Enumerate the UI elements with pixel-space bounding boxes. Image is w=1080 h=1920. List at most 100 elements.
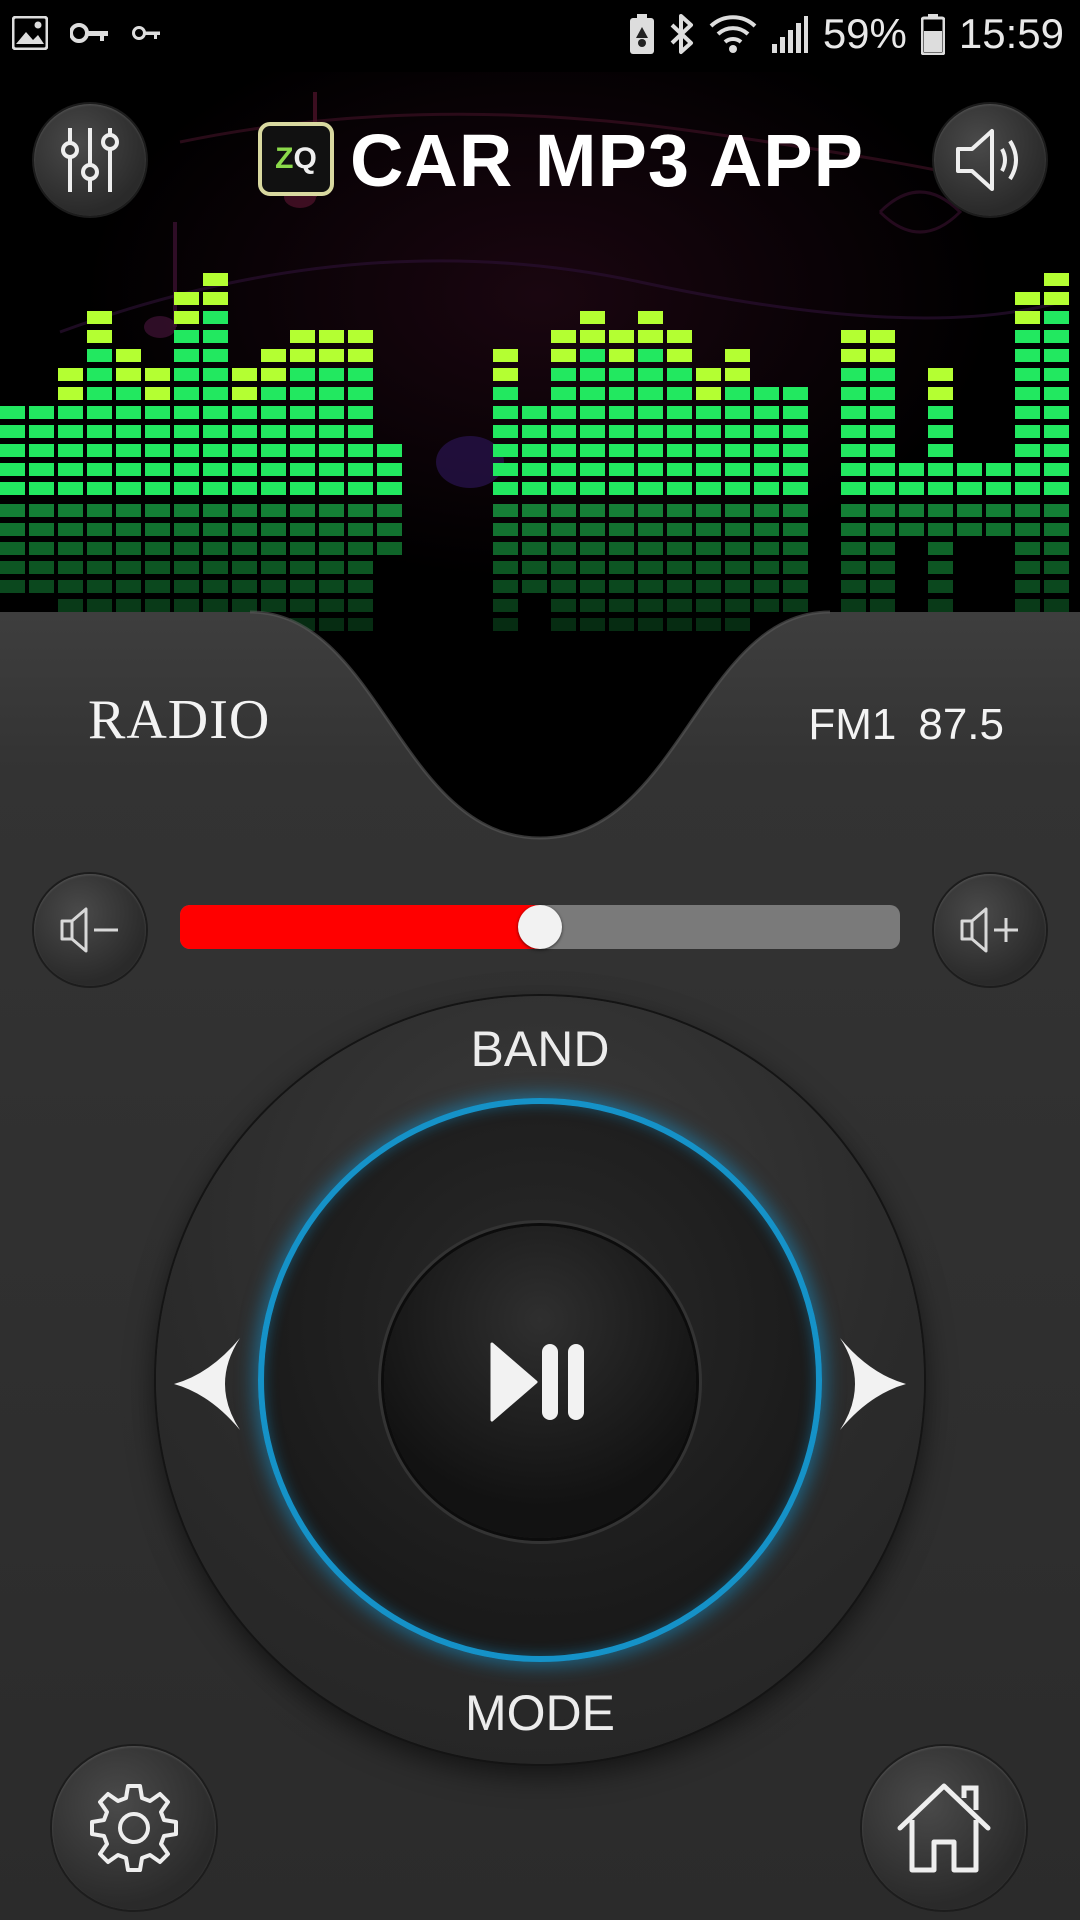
spectrum-segment	[841, 349, 866, 362]
spectrum-reflection	[203, 542, 228, 555]
spectrum-reflection	[928, 618, 953, 631]
spectrum-segment	[58, 482, 83, 495]
spectrum-reflection	[261, 504, 286, 517]
spectrum-reflection	[609, 561, 634, 574]
spectrum-segment	[261, 406, 286, 419]
spectrum-reflection	[145, 523, 170, 536]
spectrum-reflection	[116, 561, 141, 574]
spectrum-reflection	[870, 523, 895, 536]
spectrum-segment	[87, 444, 112, 457]
spectrum-reflection	[667, 523, 692, 536]
spectrum-reflection	[609, 504, 634, 517]
spectrum-reflection	[638, 542, 663, 555]
spectrum-reflection	[232, 561, 257, 574]
key-small-icon	[132, 26, 160, 40]
spectrum-segment	[290, 368, 315, 381]
next-arrow-icon	[840, 1338, 906, 1430]
wifi-icon	[709, 15, 757, 53]
spectrum-reflection	[928, 561, 953, 574]
spectrum-reflection	[493, 618, 518, 631]
spectrum-segment	[551, 482, 576, 495]
spectrum-segment	[638, 368, 663, 381]
spectrum-reflection	[841, 618, 866, 631]
volume-slider-handle[interactable]	[518, 905, 562, 949]
previous-button[interactable]	[170, 1334, 246, 1434]
spectrum-segment	[1044, 292, 1069, 305]
spectrum-segment	[290, 349, 315, 362]
spectrum-segment	[638, 387, 663, 400]
spectrum-segment	[638, 444, 663, 457]
spectrum-segment	[261, 444, 286, 457]
spectrum-reflection	[203, 523, 228, 536]
spectrum-segment	[522, 406, 547, 419]
band-button[interactable]: BAND	[440, 1020, 640, 1082]
volume-down-button[interactable]	[34, 874, 146, 986]
spectrum-reflection	[116, 618, 141, 631]
spectrum-segment	[986, 482, 1011, 495]
spectrum-segment	[203, 387, 228, 400]
spectrum-reflection	[261, 580, 286, 593]
spectrum-segment	[290, 425, 315, 438]
spectrum-segment	[348, 330, 373, 343]
spectrum-reflection	[203, 580, 228, 593]
spectrum-reflection	[261, 618, 286, 631]
spectrum-reflection	[87, 523, 112, 536]
spectrum-segment	[580, 387, 605, 400]
spectrum-segment	[1015, 311, 1040, 324]
speaker-button[interactable]	[934, 104, 1046, 216]
spectrum-reflection	[609, 618, 634, 631]
play-pause-button[interactable]	[384, 1226, 696, 1538]
spectrum-segment	[87, 425, 112, 438]
spectrum-reflection	[87, 618, 112, 631]
spectrum-reflection	[725, 580, 750, 593]
settings-button[interactable]	[52, 1746, 216, 1910]
spectrum-segment	[116, 482, 141, 495]
spectrum-reflection	[609, 523, 634, 536]
spectrum-segment	[725, 463, 750, 476]
spectrum-reflection	[377, 542, 402, 555]
spectrum-segment	[725, 444, 750, 457]
spectrum-reflection	[841, 561, 866, 574]
spectrum-segment	[377, 463, 402, 476]
spectrum-reflection	[1015, 561, 1040, 574]
spectrum-segment	[696, 425, 721, 438]
spectrum-segment	[58, 387, 83, 400]
spectrum-reflection	[1015, 504, 1040, 517]
spectrum-segment	[145, 444, 170, 457]
spectrum-reflection	[0, 580, 25, 593]
spectrum-segment	[348, 444, 373, 457]
spectrum-reflection	[638, 504, 663, 517]
spectrum-segment	[87, 311, 112, 324]
bluetooth-icon	[670, 14, 693, 54]
volume-up-button[interactable]	[934, 874, 1046, 986]
spectrum-reflection	[319, 523, 344, 536]
spectrum-segment	[928, 444, 953, 457]
spectrum-segment	[667, 387, 692, 400]
spectrum-reflection	[58, 523, 83, 536]
spectrum-segment	[0, 444, 25, 457]
spectrum-reflection	[290, 523, 315, 536]
spectrum-reflection	[290, 580, 315, 593]
spectrum-segment	[174, 406, 199, 419]
home-button[interactable]	[862, 1746, 1026, 1910]
equalizer-button[interactable]	[34, 104, 146, 216]
spectrum-segment	[203, 273, 228, 286]
spectrum-reflection	[667, 618, 692, 631]
spectrum-reflection	[348, 580, 373, 593]
spectrum-segment	[0, 406, 25, 419]
spectrum-reflection	[551, 618, 576, 631]
spectrum-segment	[667, 406, 692, 419]
spectrum-segment	[116, 368, 141, 381]
spectrum-segment	[754, 387, 779, 400]
spectrum-reflection	[319, 561, 344, 574]
spectrum-segment	[928, 368, 953, 381]
next-button[interactable]	[834, 1334, 910, 1434]
spectrum-reflection	[609, 599, 634, 612]
spectrum-segment	[319, 387, 344, 400]
spectrum-segment	[319, 444, 344, 457]
spectrum-reflection	[783, 580, 808, 593]
spectrum-reflection	[261, 523, 286, 536]
battery-percent: 59%	[822, 10, 907, 57]
spectrum-reflection	[551, 561, 576, 574]
mode-button[interactable]: MODE	[440, 1684, 640, 1746]
